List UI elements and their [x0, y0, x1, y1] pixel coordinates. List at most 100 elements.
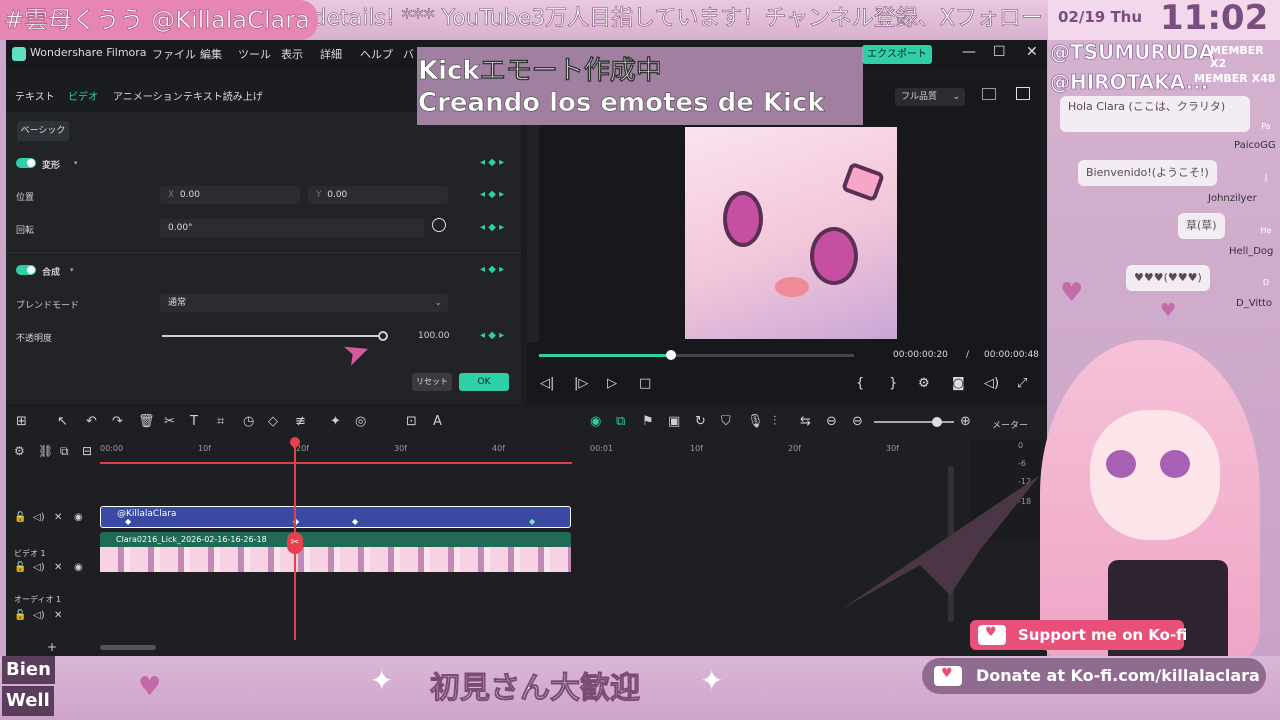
keyframe-rotation-icon[interactable]: ◂ ◆ ▸ — [480, 222, 504, 233]
select-tool-icon[interactable]: ↖ — [57, 414, 68, 429]
mute-icon[interactable]: ✕ — [54, 512, 62, 523]
stabilize-icon[interactable]: ⊡ — [406, 414, 417, 429]
image-icon[interactable]: ▣ — [668, 414, 680, 429]
keyframe-opacity-icon[interactable]: ◂ ◆ ▸ — [480, 330, 504, 341]
speed-icon[interactable]: ◷ — [243, 414, 254, 429]
expand-caret-icon[interactable]: ▾ — [70, 266, 74, 274]
fit-icon[interactable]: ⊖ — [826, 414, 837, 429]
lock-icon[interactable]: 🔓 — [14, 610, 26, 621]
shield-icon[interactable]: ⛉ — [721, 414, 731, 429]
adjust-icon[interactable]: ≢ — [295, 414, 306, 429]
menu-edit[interactable]: 編集 — [200, 46, 222, 62]
keyframe-marker-icon[interactable]: ◆ — [529, 517, 535, 526]
menu-advanced[interactable]: 詳細 — [320, 46, 342, 62]
ai-tool-icon[interactable]: ✦ — [330, 414, 341, 429]
keyframe-marker-icon[interactable]: ◆ — [352, 517, 358, 526]
stop-icon[interactable]: □ — [639, 376, 651, 391]
delete-icon[interactable]: 🗑 — [138, 414, 155, 429]
expand-caret-icon[interactable]: ▾ — [74, 159, 78, 167]
menu-file[interactable]: ファイル — [152, 46, 196, 62]
position-y-field[interactable]: Y 0.00 — [308, 186, 448, 204]
volume-icon[interactable]: ◁) — [33, 562, 45, 573]
horizontal-scrollbar[interactable] — [100, 645, 156, 650]
ok-button[interactable]: OK — [459, 373, 509, 391]
zoom-slider[interactable] — [874, 421, 954, 423]
grid-view-icon[interactable] — [982, 88, 996, 100]
opacity-value[interactable]: 100.00 — [418, 331, 450, 341]
keyframe-transform-icon[interactable]: ◂ ◆ ▸ — [480, 157, 504, 168]
rotation-field[interactable]: 0.00° — [160, 219, 424, 237]
link-icon[interactable]: ⧉ — [60, 444, 69, 459]
text-tool-icon[interactable]: T — [190, 414, 198, 429]
replace-icon[interactable]: ⇆ — [800, 414, 811, 429]
quality-select[interactable]: フル品質 ⌄ — [895, 88, 965, 106]
blend-mode-select[interactable]: 通常 ⌄ — [160, 294, 448, 312]
volume-icon[interactable]: ◁) — [33, 610, 45, 621]
rotation-dial-icon[interactable] — [432, 218, 446, 232]
composite-toggle[interactable] — [16, 265, 36, 275]
mute-icon[interactable]: ✕ — [54, 562, 62, 573]
settings-icon[interactable]: ⚙ — [918, 376, 930, 391]
menu-help[interactable]: ヘルプ — [360, 46, 393, 62]
reset-button[interactable]: リセット — [412, 373, 452, 391]
menu-tools[interactable]: ツール — [238, 46, 271, 62]
add-track-icon[interactable]: + — [47, 640, 57, 654]
transform-toggle[interactable] — [16, 158, 36, 168]
split-scissors-icon[interactable]: ✂ — [287, 532, 303, 554]
keyframe-position-icon[interactable]: ◂ ◆ ▸ — [480, 189, 504, 200]
cut-icon[interactable]: ✂ — [164, 414, 175, 429]
zoom-out-icon[interactable]: ⊖ — [852, 414, 863, 429]
crop-icon[interactable]: ⌗ — [217, 414, 224, 429]
opacity-slider-knob[interactable] — [378, 331, 388, 341]
keyframe-composite-icon[interactable]: ◂ ◆ ▸ — [480, 264, 504, 275]
mute-icon[interactable]: ✕ — [54, 610, 62, 621]
kofi-donate-banner[interactable]: Donate at Ko-fi.com/killalaclara — [922, 658, 1266, 694]
lock-icon[interactable]: 🔓 — [14, 512, 26, 523]
keyframe-marker-icon[interactable]: ◆ — [125, 517, 131, 526]
playback-scrubber[interactable] — [666, 350, 676, 360]
close-icon[interactable]: ✕ — [1026, 44, 1038, 60]
tab-video[interactable]: ビデオ — [68, 88, 98, 103]
step-back-icon[interactable]: ◁| — [540, 376, 554, 391]
volume-icon[interactable]: ◁) — [33, 512, 45, 523]
motion-track-icon[interactable]: ◎ — [355, 414, 366, 429]
layout-grid-icon[interactable]: ⊞ — [16, 414, 27, 429]
lock-icon[interactable]: 🔓 — [14, 562, 26, 573]
group-icon[interactable]: ⊟ — [82, 444, 92, 458]
minimize-icon[interactable]: — — [962, 44, 976, 60]
tab-text[interactable]: テキスト — [15, 88, 55, 103]
mark-out-icon[interactable]: } — [889, 376, 897, 391]
basic-tab-button[interactable]: ベーシック — [17, 121, 69, 141]
zoom-in-icon[interactable]: ⊕ — [960, 414, 971, 429]
translate-icon[interactable]: A — [433, 414, 442, 429]
microphone-icon[interactable]: 🎙 — [747, 414, 764, 429]
snapshot-icon[interactable] — [1016, 87, 1030, 100]
mixer-icon[interactable]: ⫶ — [773, 414, 776, 429]
export-button[interactable]: エクスポート — [862, 45, 932, 64]
tab-tts[interactable]: テキスト読み上げ — [183, 88, 263, 103]
maximize-icon[interactable]: ☐ — [993, 44, 1006, 60]
timeline-settings-icon[interactable]: ⚙ — [14, 444, 25, 458]
auto-sync-icon[interactable]: ↻ — [695, 414, 706, 429]
position-x-field[interactable]: X 0.00 — [160, 186, 300, 204]
volume-icon[interactable]: ◁) — [984, 376, 999, 391]
magnet-icon[interactable]: ⛓ — [38, 444, 53, 458]
mark-in-icon[interactable]: { — [856, 376, 864, 391]
tab-animation[interactable]: アニメーション — [113, 88, 183, 103]
camera-icon[interactable]: ◙ — [952, 376, 965, 391]
play-icon[interactable]: ▷ — [607, 376, 617, 391]
menu-view[interactable]: 表示 — [281, 46, 303, 62]
avatar: D — [1256, 273, 1276, 293]
eye-icon[interactable]: ◉ — [74, 512, 83, 523]
zoom-slider-knob[interactable] — [932, 417, 942, 427]
render-icon[interactable]: ⧉ — [616, 414, 625, 429]
keyframe-tool-icon[interactable]: ◇ — [268, 414, 278, 429]
undo-icon[interactable]: ↶ — [86, 414, 97, 429]
ai-copilot-icon[interactable]: ◉ — [590, 414, 601, 429]
title-clip[interactable]: @KillalaClara ◆ ◆ ◆ ◆ — [100, 506, 571, 528]
menu-more[interactable]: バ — [403, 46, 414, 62]
redo-icon[interactable]: ↷ — [112, 414, 123, 429]
step-forward-icon[interactable]: |▷ — [574, 376, 588, 391]
eye-icon[interactable]: ◉ — [74, 562, 83, 573]
marker-icon[interactable]: ⚑ — [642, 414, 654, 429]
